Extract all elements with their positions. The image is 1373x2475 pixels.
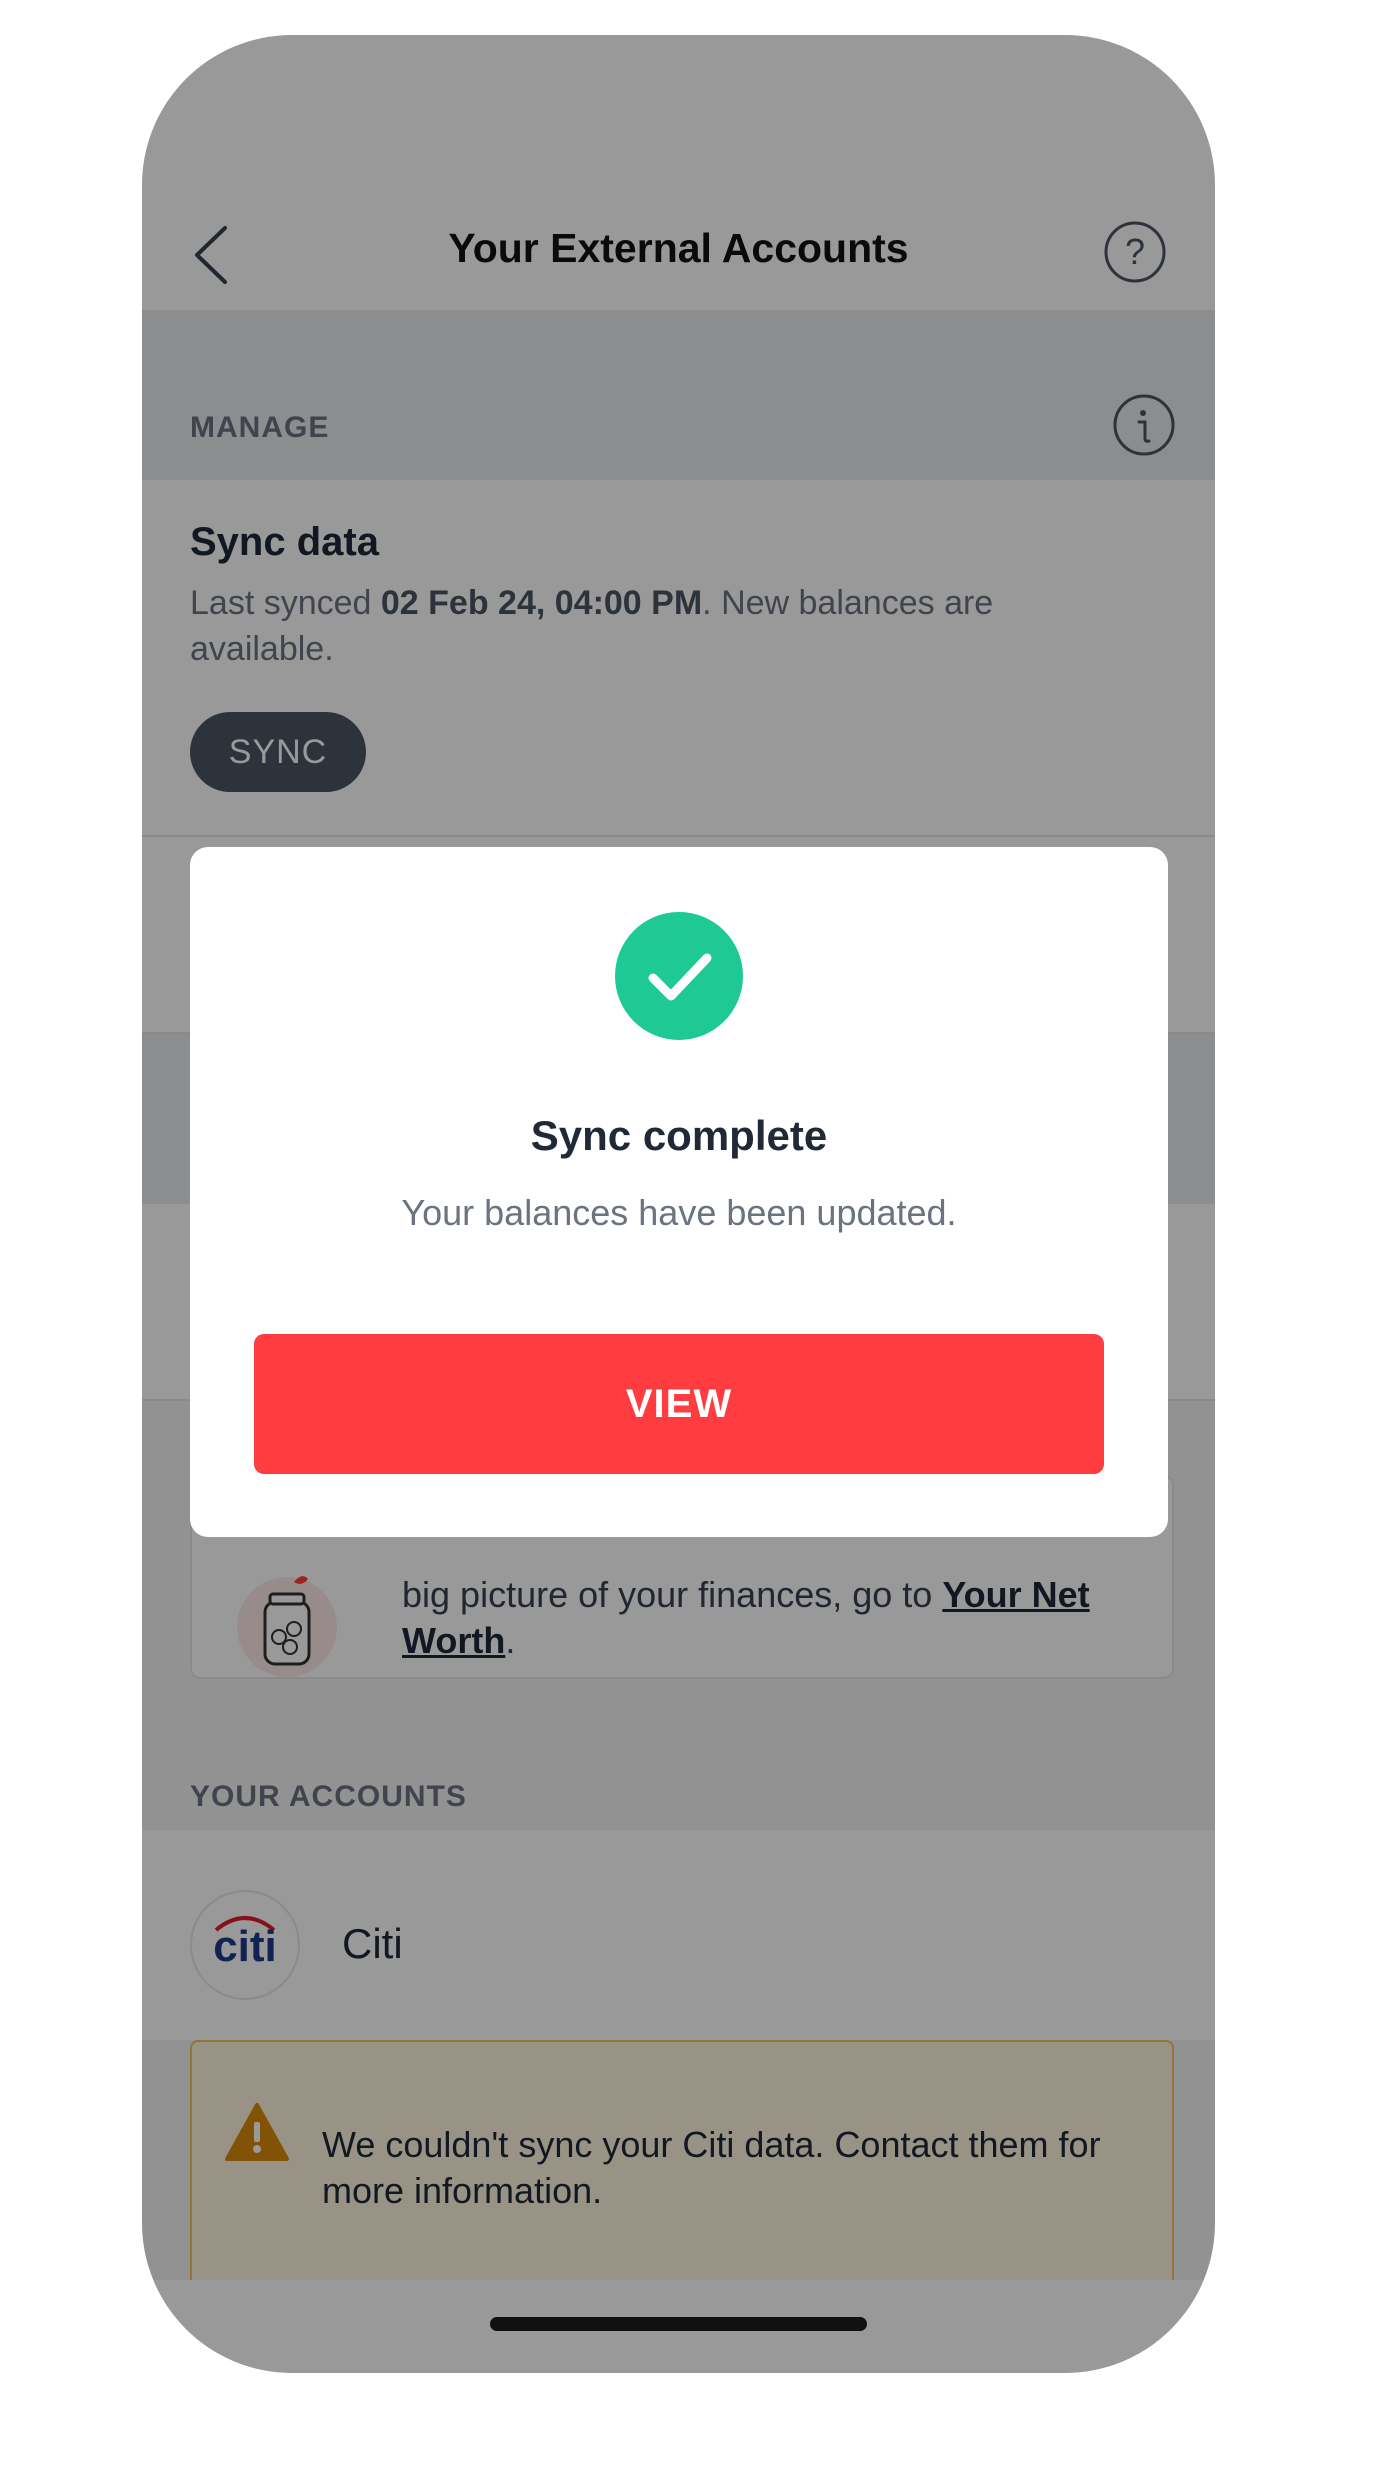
- home-indicator[interactable]: [490, 2317, 867, 2331]
- view-button[interactable]: VIEW: [254, 1334, 1104, 1474]
- dialog-title: Sync complete: [530, 1112, 828, 1159]
- phone-frame: Your External Accounts ? MANAGE Sync dat…: [142, 35, 1215, 2373]
- checkmark-circle-icon: [615, 912, 743, 1040]
- dialog-subtitle: Your balances have been updated.: [401, 1192, 957, 1233]
- sync-complete-dialog: Sync complete Your balances have been up…: [190, 847, 1168, 1537]
- check-icon: [648, 953, 712, 1001]
